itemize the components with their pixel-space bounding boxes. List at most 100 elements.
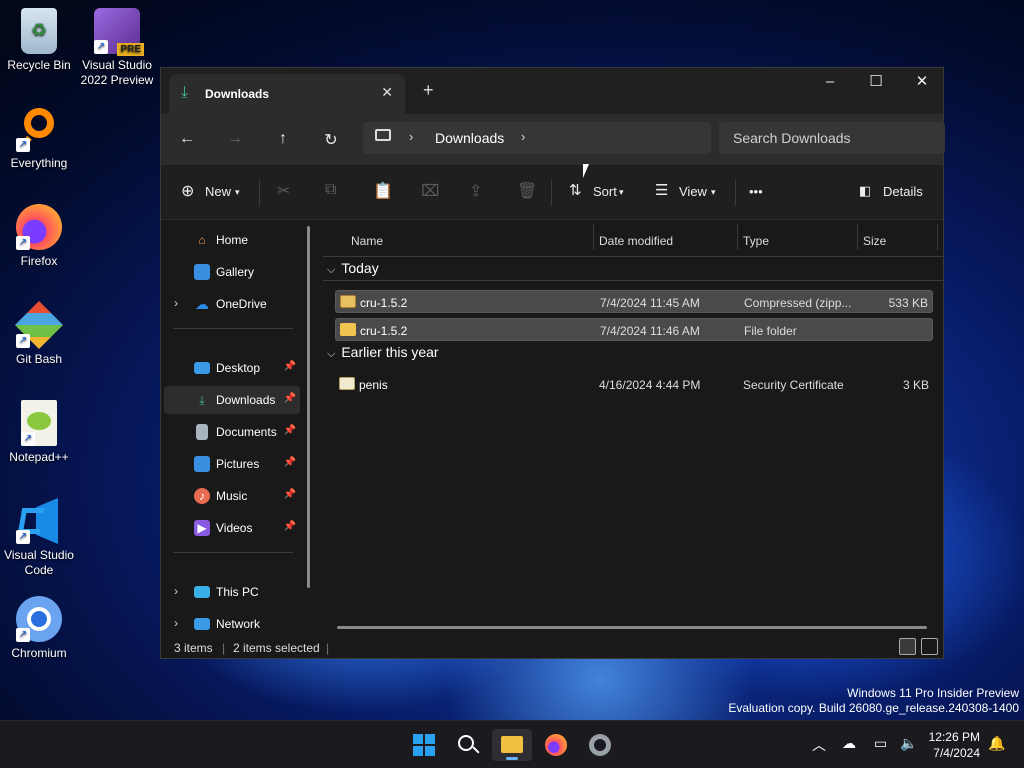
desktop-icon-notepad-plus-plus[interactable]: ↗ Notepad++ [0,400,78,465]
details-pane-icon: ◧ [859,183,872,198]
new-icon: ⊕ [181,183,195,200]
everything-search-icon: ↗ [16,106,62,152]
forward-button[interactable]: → [223,130,247,148]
show-hidden-icons-chevron-icon[interactable]: ︿ [812,735,826,755]
sidebar-item-documents[interactable]: Documents 📌 [164,418,300,446]
details-view-icon[interactable] [899,638,916,655]
home-icon: ⌂ [198,233,206,247]
file-row[interactable]: cru-1.5.2 7/4/2024 11:46 AM File folder [335,318,933,341]
sort-button[interactable]: Sort [593,184,617,199]
visual-studio-icon: ↗ PRE [94,8,144,56]
sidebar-item-this-pc[interactable]: › This PC [164,578,300,606]
taskbar: ︿ ☁ ▭ 🔈 12:26 PM 7/4/2024 🔔 [0,720,1024,768]
sidebar-scrollbar[interactable] [307,226,310,588]
refresh-button[interactable]: ↻ [319,130,343,150]
minimize-button[interactable]: – [807,68,853,98]
onedrive-offline-icon[interactable]: ☁ [842,735,856,752]
chevron-down-icon: ▾ [235,187,240,197]
pin-icon[interactable]: 📌 [284,521,296,532]
desktop-icon-firefox[interactable]: ↗ Firefox [0,204,78,269]
address-bar[interactable]: › Downloads › [363,122,711,154]
title-bar: ⤓ Downloads ✕ + – ☐ ✕ [161,68,943,114]
pin-icon[interactable]: 📌 [284,425,296,436]
pin-icon[interactable]: 📌 [284,393,296,404]
network-icon[interactable]: ▭ [874,735,887,752]
desktop-icon-everything[interactable]: ↗ Everything [0,106,78,171]
sidebar-item-desktop[interactable]: Desktop 📌 [164,354,300,382]
column-divider[interactable] [857,224,858,250]
group-header-today[interactable]: ⌵ Today [327,260,379,277]
column-divider[interactable] [593,224,594,250]
new-button[interactable]: New [205,184,231,199]
command-bar: ⊕ New ▾ ✂ ⧉ 📋 ⌧ ⇪ 🗑 ⇅ Sort ▾ ☰ View ▾ ••… [161,166,943,220]
pin-icon[interactable]: 📌 [284,361,296,372]
breadcrumb-downloads[interactable]: Downloads [435,130,504,146]
chevron-right-icon[interactable]: › [174,584,178,598]
desktop-icon-git-bash[interactable]: ↗ Git Bash [0,300,78,367]
column-header-name[interactable]: Name [351,234,383,248]
sidebar-item-home[interactable]: ⌂ Home [164,226,300,254]
column-header-date[interactable]: Date modified [599,234,673,248]
navigation-pane: ⌂ Home Gallery › ☁ OneDrive Desktop 📌 ⤓ … [161,220,318,634]
desktop-icon-chromium[interactable]: ↗ Chromium [0,596,78,661]
taskbar-firefox[interactable] [536,729,576,761]
paste-icon[interactable]: 📋 [373,181,393,201]
pin-icon[interactable]: 📌 [284,457,296,468]
desktop-icon-vscode[interactable]: ↗ Visual Studio Code [0,498,78,578]
maximize-button[interactable]: ☐ [853,68,899,98]
desktop-icon-recycle-bin[interactable]: ♻ Recycle Bin [0,8,78,73]
chevron-right-icon[interactable]: › [409,129,413,144]
search-input[interactable]: Search Downloads [719,122,945,154]
divider [259,180,260,206]
desktop-icon-visual-studio[interactable]: ↗ PRE Visual Studio 2022 Preview [78,8,156,88]
pictures-icon [194,456,210,472]
pin-icon[interactable]: 📌 [284,489,296,500]
sidebar-item-music[interactable]: ♪ Music 📌 [164,482,300,510]
up-button[interactable]: ↑ [271,130,295,148]
start-button[interactable] [404,729,444,761]
file-row[interactable]: cru-1.5.2 7/4/2024 11:45 AM Compressed (… [335,290,933,313]
view-button[interactable]: View [679,184,707,199]
rename-icon[interactable]: ⌧ [421,181,439,201]
divider [173,328,293,329]
git-bash-icon: ↗ [14,300,64,350]
selection-count: 2 items selected [233,641,320,655]
share-icon[interactable]: ⇪ [469,181,482,201]
column-header-type[interactable]: Type [743,234,769,248]
sidebar-item-videos[interactable]: ▶ Videos 📌 [164,514,300,542]
column-divider[interactable] [737,224,738,250]
close-tab-icon[interactable]: ✕ [381,84,393,101]
clock[interactable]: 12:26 PM 7/4/2024 [929,729,980,761]
file-row[interactable]: penis 4/16/2024 4:44 PM Security Certifi… [335,373,933,396]
tiles-view-icon[interactable] [921,638,938,655]
column-header-size[interactable]: Size [863,234,886,248]
column-divider[interactable] [937,224,938,250]
sidebar-item-gallery[interactable]: Gallery [164,258,300,286]
copy-icon[interactable]: ⧉ [325,181,336,199]
details-button[interactable]: Details [883,184,923,199]
sidebar-item-pictures[interactable]: Pictures 📌 [164,450,300,478]
search-button[interactable] [448,729,488,761]
documents-icon [196,424,208,440]
volume-icon[interactable]: 🔈 [900,735,917,752]
sidebar-item-downloads[interactable]: ⤓ Downloads 📌 [164,386,300,414]
taskbar-chromium[interactable] [580,729,620,761]
horizontal-scrollbar[interactable] [337,626,927,629]
cut-icon[interactable]: ✂ [277,181,290,201]
taskbar-file-explorer[interactable] [492,729,532,761]
chromium-icon [589,734,611,756]
tab-downloads[interactable]: ⤓ Downloads ✕ [169,74,405,114]
videos-icon: ▶ [194,520,210,536]
shortcut-arrow-icon: ↗ [16,530,30,544]
delete-icon[interactable]: 🗑 [517,181,537,201]
notification-bell-icon[interactable]: 🔔 [988,735,1005,752]
new-tab-button[interactable]: + [423,80,434,101]
more-options-button[interactable]: ••• [749,184,763,199]
chevron-right-icon[interactable]: › [174,616,178,630]
close-window-button[interactable]: ✕ [899,68,945,98]
group-header-earlier-this-year[interactable]: ⌵ Earlier this year [327,344,439,361]
chevron-right-icon[interactable]: › [174,296,178,310]
sidebar-item-onedrive[interactable]: › ☁ OneDrive [164,290,300,318]
chevron-right-icon[interactable]: › [521,129,525,144]
back-button[interactable]: ← [175,130,199,148]
